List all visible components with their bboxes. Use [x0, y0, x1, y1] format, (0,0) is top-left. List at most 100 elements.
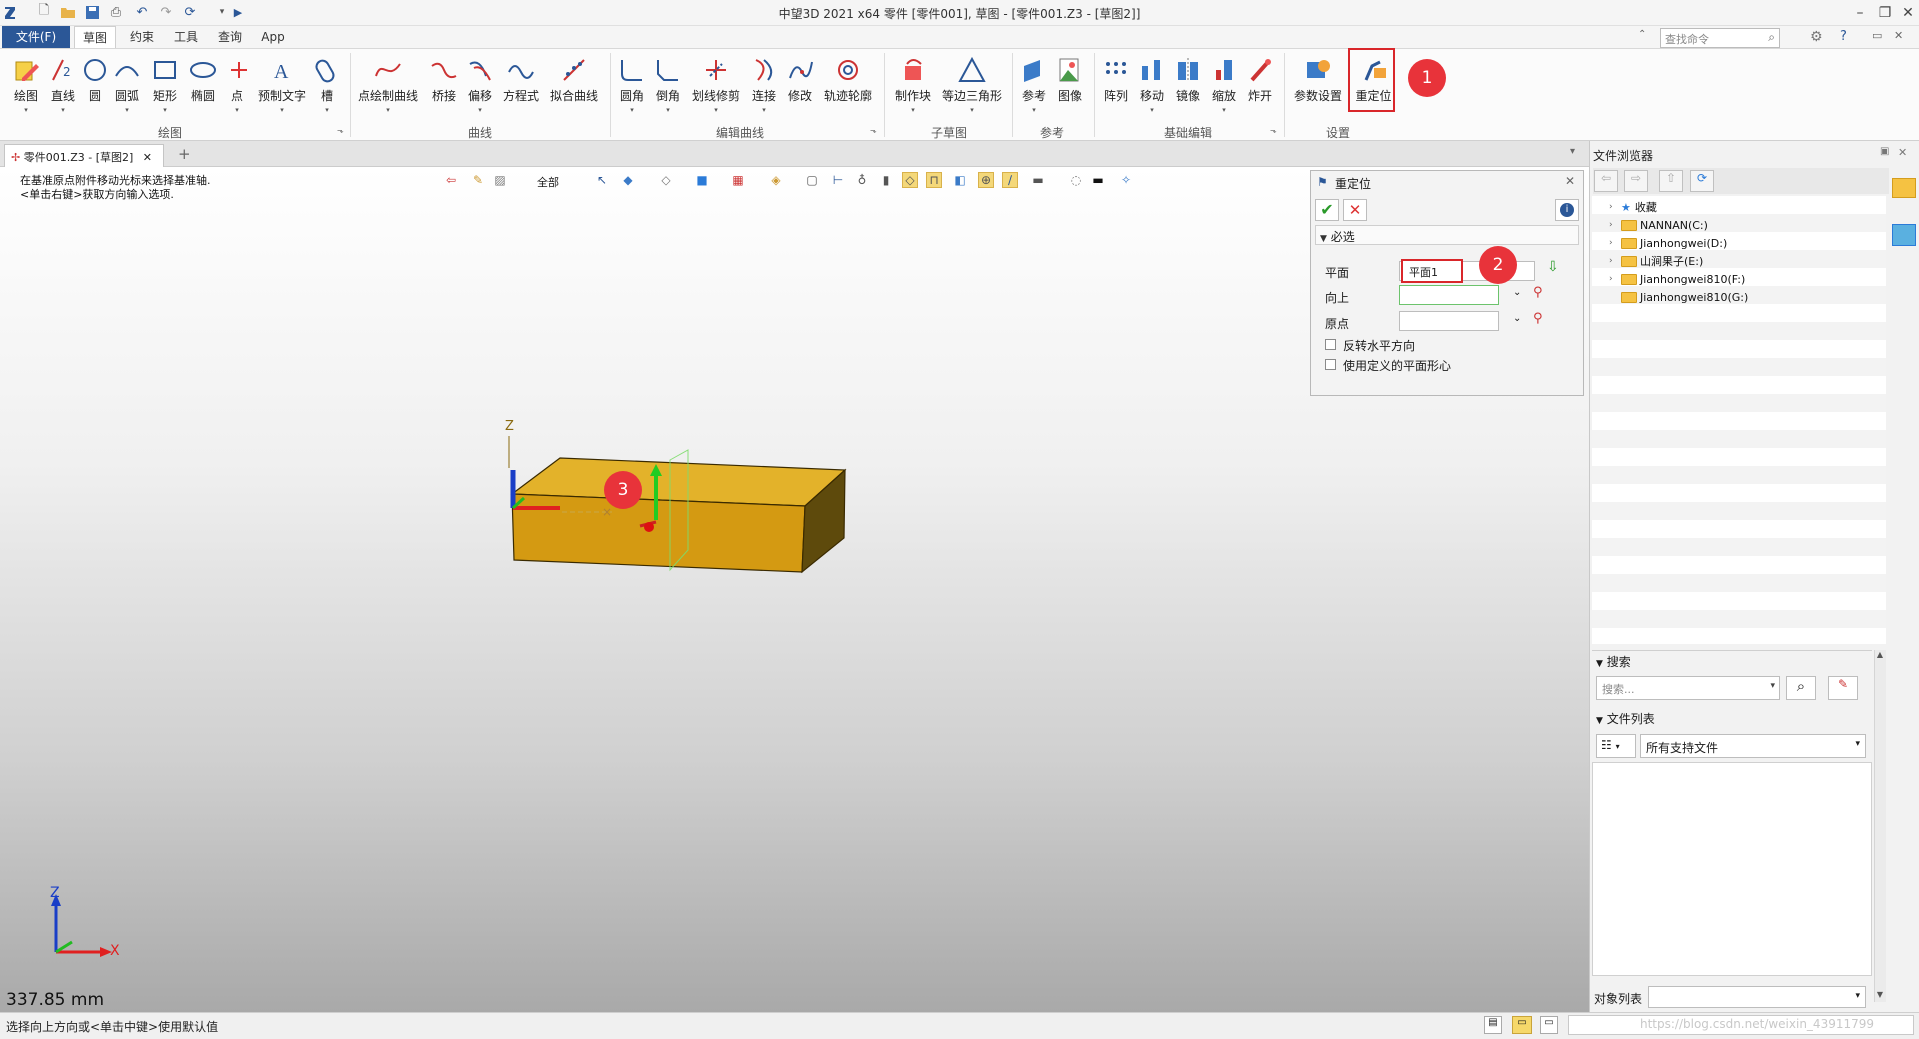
clip-icon[interactable]: ▮ [878, 172, 894, 188]
command-search-input[interactable]: 查找命令 ⌕ [1660, 28, 1780, 48]
tab-query[interactable]: 查询 [212, 26, 248, 48]
light-icon[interactable]: ♁ [854, 172, 870, 188]
chamfer-button[interactable]: 倒角 ▾ [652, 53, 684, 123]
sketch-draw-button[interactable]: 绘图 ▾ [6, 53, 46, 123]
offset-button[interactable]: 偏移 ▾ [464, 53, 496, 123]
view-mode-button[interactable]: ☷ ▾ [1596, 734, 1636, 758]
filter-shape-icon[interactable]: ▨ [492, 172, 508, 188]
tree-item-drive-e[interactable]: › 山涧果子(E:) [1609, 252, 1703, 270]
up-folder-icon[interactable]: ⇧ [1659, 170, 1683, 192]
parameter-settings-button[interactable]: 参数设置 [1290, 53, 1346, 123]
circle-button[interactable]: 圆 [80, 53, 110, 123]
origin-dropdown-icon[interactable]: ⌄ [1513, 313, 1521, 324]
mirror-button[interactable]: 镜像 [1172, 53, 1204, 123]
group-expand-icon[interactable]: ⬎ [337, 126, 344, 135]
layout-icon[interactable]: ▤ [1484, 1016, 1502, 1034]
point-button[interactable]: 点 ▾ [224, 53, 250, 123]
reference-button[interactable]: 参考 ▾ [1018, 53, 1050, 123]
tab-app[interactable]: App [256, 26, 290, 48]
select-arrow-icon[interactable]: ↖ [594, 172, 610, 188]
collapse-ribbon-icon[interactable]: ⌃ [1638, 29, 1646, 40]
file-list-section-header[interactable]: ▼ 文件列表 [1592, 708, 1872, 728]
bridge-button[interactable]: 桥接 [428, 53, 460, 123]
add-tab-icon[interactable]: + [178, 145, 191, 163]
array-button[interactable]: 阵列 [1100, 53, 1132, 123]
fit-curve-button[interactable]: 拟合曲线 [546, 53, 602, 123]
document-tab[interactable]: ✢ 零件001.Z3 - [草图2] ✕ [4, 144, 164, 167]
refresh-icon[interactable]: ⟳ [1690, 170, 1714, 192]
origin-pick-icon[interactable]: ⚲ [1533, 311, 1543, 326]
exit-icon[interactable]: ⇦ [443, 172, 459, 188]
image-button[interactable]: 图像 [1054, 53, 1086, 123]
arc-button[interactable]: 圆弧 ▾ [110, 53, 144, 123]
search-section-header[interactable]: ▼ 搜索 [1592, 650, 1872, 670]
close-button[interactable]: ✕ [1893, 2, 1919, 24]
clear-search-icon[interactable]: ✎ [1828, 676, 1858, 700]
ellipse-button[interactable]: 椭圆 [186, 53, 220, 123]
panel-scrollbar[interactable] [1874, 650, 1886, 1002]
cancel-button[interactable]: ✕ [1343, 199, 1367, 221]
screen-icon[interactable]: ▭ [1512, 1016, 1532, 1034]
filter-select[interactable]: 全部 [537, 174, 559, 190]
side-tool-icon[interactable] [1892, 224, 1916, 246]
view-orient-icon[interactable]: ✧ [1118, 172, 1134, 188]
up-pick-icon[interactable]: ⚲ [1533, 285, 1543, 300]
file-menu[interactable]: 文件(F) [2, 26, 70, 48]
section-icon[interactable]: ◧ [952, 172, 968, 188]
section-required[interactable]: ▼ 必选 [1315, 225, 1579, 245]
snap-line-icon[interactable]: ∕ [1002, 172, 1018, 188]
file-type-select[interactable]: 所有支持文件 ▾ [1640, 734, 1866, 758]
confirm-button[interactable]: ✔ [1315, 199, 1339, 221]
snap-edge-icon[interactable]: ⊓ [926, 172, 942, 188]
snap-vertex-icon[interactable]: ◇ [902, 172, 918, 188]
trim-button[interactable]: 划线修剪 ▾ [688, 53, 744, 123]
rectangle-button[interactable]: 矩形 ▾ [148, 53, 182, 123]
tree-item-drive-d[interactable]: › Jianhongwei(D:) [1609, 234, 1727, 252]
help-icon[interactable]: ? [1840, 29, 1847, 44]
origin-field[interactable] [1399, 311, 1499, 331]
cube-shaded-icon[interactable]: ◆ [620, 172, 636, 188]
file-list-area[interactable] [1592, 762, 1872, 976]
tab-constraint[interactable]: 约束 [124, 26, 160, 48]
plane-value[interactable]: 平面1 [1401, 259, 1463, 283]
fillet-button[interactable]: 圆角 ▾ [616, 53, 648, 123]
model-canvas[interactable]: Z × [490, 410, 870, 590]
render-icon[interactable]: ◈ [768, 172, 784, 188]
frame-icon[interactable]: ▢ [804, 172, 820, 188]
flip-horizontal-checkbox[interactable] [1325, 339, 1336, 350]
line-style-icon[interactable]: ▬ [1090, 172, 1106, 188]
preset-text-button[interactable]: A 预制文字 ▾ [254, 53, 310, 123]
browser-search-button[interactable]: ⌕ [1786, 676, 1816, 700]
connect-button[interactable]: 连接 ▾ [748, 53, 780, 123]
object-list-select[interactable]: ▾ [1648, 986, 1866, 1008]
line-button[interactable]: 2 直线 ▾ [46, 53, 80, 123]
tree-item-drive-g[interactable]: Jianhongwei810(G:) [1609, 288, 1748, 306]
scroll-down-icon[interactable]: ▼ [1874, 990, 1886, 1004]
move-button[interactable]: 移动 ▾ [1136, 53, 1168, 123]
scale-button[interactable]: 缩放 ▾ [1208, 53, 1240, 123]
slot-button[interactable]: 槽 ▾ [312, 53, 342, 123]
browser-search-input[interactable]: 搜索... ▾ [1596, 676, 1780, 700]
modify-button[interactable]: 修改 [784, 53, 816, 123]
info-button[interactable]: i [1555, 199, 1579, 221]
tree-item-favorites[interactable]: › ★ 收藏 [1609, 198, 1657, 216]
equilateral-triangle-button[interactable]: 等边三角形 ▾ [940, 53, 1004, 123]
grid-icon[interactable]: ▦ [730, 172, 746, 188]
panel-pin-icon[interactable]: ▣ [1880, 146, 1889, 157]
background-icon[interactable]: ▬ [1030, 172, 1046, 188]
forward-icon[interactable]: ⇨ [1624, 170, 1648, 192]
up-dropdown-icon[interactable]: ⌄ [1513, 287, 1521, 298]
ribbon-restore-icon[interactable]: ▭ [1872, 29, 1882, 42]
tab-sketch[interactable]: 草图 [74, 26, 116, 48]
up-direction-field[interactable] [1399, 285, 1499, 305]
equation-button[interactable]: 方程式 [500, 53, 542, 123]
tab-close-icon[interactable]: ✕ [143, 151, 152, 164]
group-expand-icon[interactable]: ⬎ [870, 126, 877, 135]
back-icon[interactable]: ⇦ [1594, 170, 1618, 192]
scroll-up-icon[interactable]: ▲ [1874, 650, 1886, 664]
ribbon-close-icon[interactable]: ✕ [1894, 29, 1903, 42]
group-expand-icon[interactable]: ⬎ [1270, 126, 1277, 135]
snap-center-icon[interactable]: ⊕ [978, 172, 994, 188]
trace-profile-button[interactable]: 轨迹轮廓 [820, 53, 876, 123]
make-block-button[interactable]: 制作块 ▾ [890, 53, 936, 123]
